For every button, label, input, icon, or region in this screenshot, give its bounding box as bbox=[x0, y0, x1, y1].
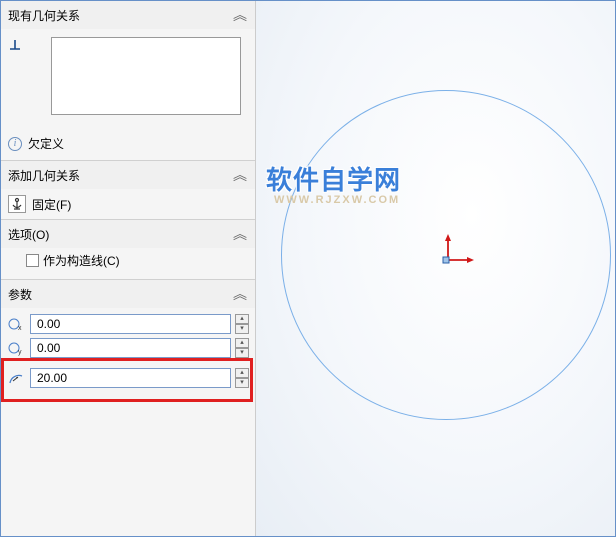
param-cx-row: x 0.00 ▴ ▾ bbox=[6, 314, 249, 334]
existing-relations-header[interactable]: 现有几何关系 ︽ bbox=[0, 1, 255, 29]
perpendicular-icon bbox=[6, 35, 23, 53]
spin-up-icon[interactable]: ▴ bbox=[235, 314, 249, 324]
chevron-up-icon: ︽ bbox=[233, 165, 247, 185]
param-cy-row: y 0.00 ▴ ▾ bbox=[6, 338, 249, 358]
svg-text:x: x bbox=[18, 325, 22, 332]
add-relations-header[interactable]: 添加几何关系 ︽ bbox=[0, 161, 255, 189]
info-icon: i bbox=[8, 137, 22, 151]
relations-list[interactable] bbox=[51, 37, 241, 115]
add-relations-title: 添加几何关系 bbox=[8, 167, 80, 184]
cx-icon: x bbox=[6, 315, 26, 333]
spin-down-icon[interactable]: ▾ bbox=[235, 348, 249, 358]
construction-option[interactable]: 作为构造线(C) bbox=[0, 248, 255, 279]
spin-down-icon[interactable]: ▾ bbox=[235, 324, 249, 334]
origin-triad bbox=[428, 230, 488, 290]
definition-status-label: 欠定义 bbox=[28, 135, 64, 152]
relations-row bbox=[0, 29, 255, 127]
construction-checkbox[interactable] bbox=[26, 254, 39, 267]
svg-text:y: y bbox=[18, 349, 22, 356]
fixed-relation-button[interactable]: 固定(F) bbox=[0, 189, 255, 219]
cx-spinner[interactable]: ▴ ▾ bbox=[235, 314, 249, 334]
params-section: 参数 ︽ x 0.00 ▴ ▾ y 0.00 ▴ bbox=[0, 279, 255, 404]
options-section: 选项(O) ︽ 作为构造线(C) bbox=[0, 219, 255, 279]
anchor-icon bbox=[8, 195, 26, 213]
params-header[interactable]: 参数 ︽ bbox=[0, 280, 255, 308]
sketch-canvas[interactable]: 软件自学网 WWW.RJZXW.COM bbox=[256, 0, 616, 537]
definition-status-row: i 欠定义 bbox=[0, 127, 255, 160]
chevron-up-icon: ︽ bbox=[233, 284, 247, 304]
param-cx-input[interactable]: 0.00 bbox=[30, 314, 231, 334]
options-header[interactable]: 选项(O) ︽ bbox=[0, 220, 255, 248]
highlight-box bbox=[1, 358, 253, 402]
fixed-relation-label: 固定(F) bbox=[32, 196, 71, 213]
options-title: 选项(O) bbox=[8, 226, 49, 243]
cy-icon: y bbox=[6, 339, 26, 357]
chevron-up-icon: ︽ bbox=[233, 5, 247, 25]
existing-relations-section: 现有几何关系 ︽ i 欠定义 bbox=[0, 0, 255, 160]
params-title: 参数 bbox=[8, 286, 32, 303]
watermark-url: WWW.RJZXW.COM bbox=[274, 194, 400, 206]
param-cy-input[interactable]: 0.00 bbox=[30, 338, 231, 358]
cy-spinner[interactable]: ▴ ▾ bbox=[235, 338, 249, 358]
construction-label: 作为构造线(C) bbox=[43, 252, 120, 269]
spin-up-icon[interactable]: ▴ bbox=[235, 338, 249, 348]
existing-relations-title: 现有几何关系 bbox=[8, 7, 80, 24]
add-relations-section: 添加几何关系 ︽ 固定(F) bbox=[0, 160, 255, 219]
properties-panel: 现有几何关系 ︽ i 欠定义 添加几何关系 ︽ 固定(F) 选项(O) bbox=[0, 0, 256, 537]
watermark-text: 软件自学网 bbox=[266, 160, 401, 197]
chevron-up-icon: ︽ bbox=[233, 224, 247, 244]
